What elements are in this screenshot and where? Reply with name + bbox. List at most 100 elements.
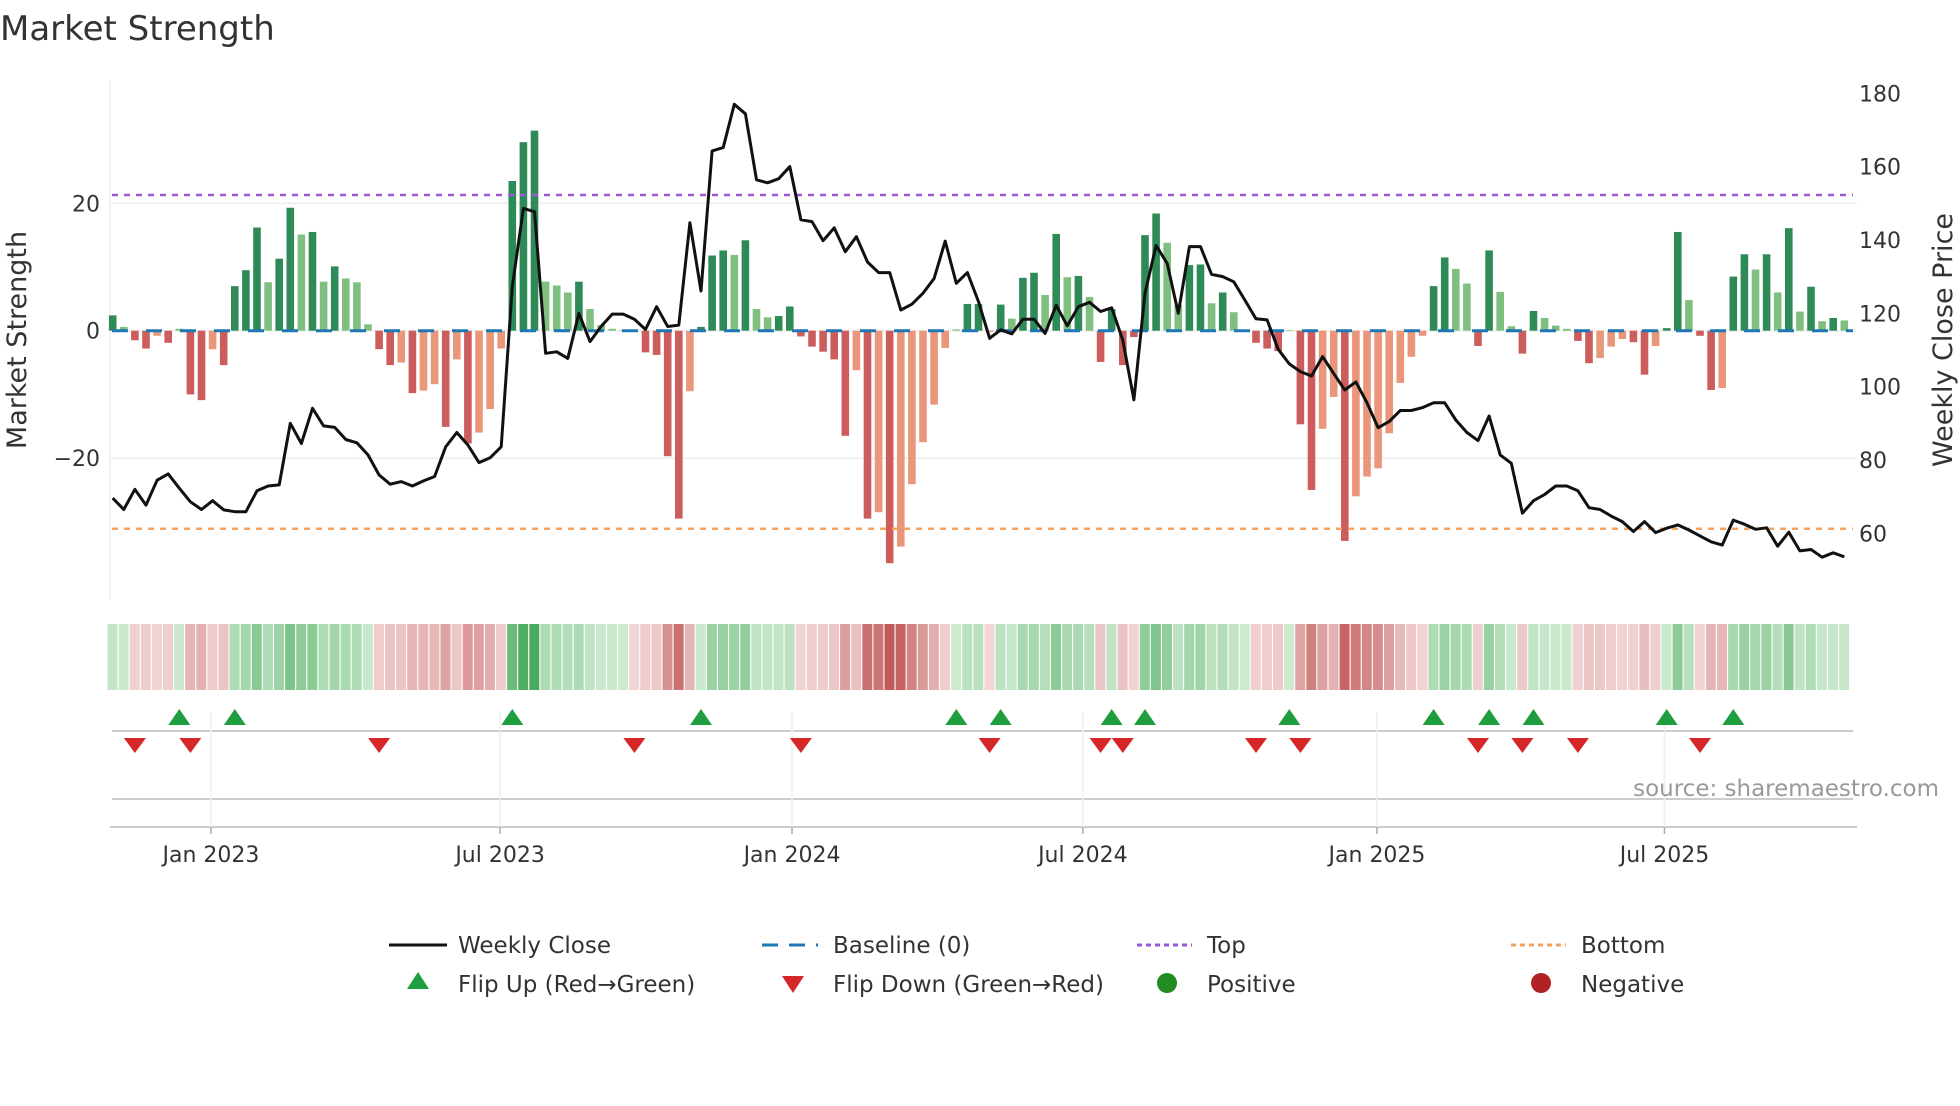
strength-bar <box>1751 269 1760 331</box>
strength-bar <box>1074 275 1083 331</box>
strength-bar <box>108 315 117 331</box>
legend-item-negative[interactable]: Negative <box>1531 972 1684 998</box>
strip-cell <box>362 624 373 690</box>
strength-bar <box>897 330 905 547</box>
strip-cell <box>951 624 962 690</box>
strip-cell <box>540 624 551 690</box>
strip-cell <box>1606 624 1616 690</box>
strength-bar <box>730 254 739 331</box>
legend-item-top[interactable]: Top <box>1137 933 1246 959</box>
flip-down-marker <box>1289 738 1312 753</box>
right-tick-label: 120 <box>1859 302 1901 327</box>
strip-cell <box>1495 624 1505 690</box>
strength-bar <box>763 317 772 331</box>
strength-bar <box>330 266 339 331</box>
strength-bar <box>1230 312 1238 331</box>
strip-cell <box>1084 624 1095 690</box>
strength-bar <box>1307 330 1316 490</box>
strength-bar <box>186 330 195 395</box>
strip-cell <box>329 624 340 690</box>
strip-cell <box>1184 624 1195 690</box>
flip-up-marker <box>1422 709 1445 725</box>
legend: Weekly Close Baseline (0) Top Bottom Fli… <box>389 933 1684 998</box>
legend-item-flip-up[interactable]: Flip Up (Red→Green) <box>407 972 695 998</box>
flip-up-marker <box>168 709 191 725</box>
strip-cell <box>1739 624 1750 690</box>
legend-item-baseline[interactable]: Baseline (0) <box>762 933 970 959</box>
strength-bar <box>253 227 261 331</box>
left-tick-label: 20 <box>72 192 100 217</box>
strip-cell <box>1550 624 1561 690</box>
legend-item-positive[interactable]: Positive <box>1157 972 1296 998</box>
strip-cell <box>1472 624 1483 690</box>
flip-up-marker <box>989 709 1012 725</box>
flip-up-marker <box>1655 709 1678 725</box>
strength-bar <box>552 285 561 331</box>
strip-cell <box>1461 624 1472 690</box>
strip-cell <box>773 624 784 690</box>
strength-bar <box>1196 264 1205 331</box>
strip-cell <box>873 624 884 690</box>
legend-item-bottom[interactable]: Bottom <box>1511 933 1665 959</box>
strength-bar <box>1829 317 1837 331</box>
strip-cell <box>607 624 617 690</box>
strip-cell <box>418 624 429 690</box>
strip-cell <box>1816 624 1827 690</box>
strip-cell <box>407 624 418 690</box>
strength-bar <box>1729 276 1738 331</box>
strip-cell <box>218 624 229 690</box>
strength-bar <box>1707 330 1715 390</box>
strip-cell <box>373 624 384 690</box>
strength-bar <box>231 286 239 331</box>
strip-cell <box>296 624 307 690</box>
strength-bar <box>1840 320 1849 331</box>
strength-bar <box>1285 330 1294 331</box>
strip-cell <box>429 624 440 690</box>
flip-down-marker <box>1467 738 1489 753</box>
strength-bar <box>1352 330 1360 497</box>
right-tick-label: 180 <box>1859 82 1901 107</box>
strip-cell <box>1273 624 1283 690</box>
strip-cell <box>1750 624 1761 690</box>
strip-cell <box>1039 624 1050 690</box>
strip-cell <box>584 624 595 690</box>
strength-bar <box>564 292 572 331</box>
right-axis-title: Weekly Close Price <box>1928 213 1959 467</box>
strength-bar <box>408 330 417 394</box>
strength-bar <box>1740 254 1749 331</box>
strip-cell <box>1417 624 1428 690</box>
x-tick-label: Jul 2025 <box>1618 843 1710 868</box>
strip-cell <box>451 624 462 690</box>
right-tick-label: 140 <box>1859 229 1901 254</box>
strength-bar <box>1052 233 1060 331</box>
strip-cell <box>1017 624 1028 690</box>
strength-bar <box>286 207 295 331</box>
flip-down-marker <box>1111 738 1134 753</box>
strip-cell <box>751 624 762 690</box>
strength-bar <box>497 330 505 349</box>
strength-bar <box>675 330 683 519</box>
x-tick-label: Jan 2025 <box>1327 843 1426 868</box>
strength-bar <box>275 258 283 331</box>
strength-bar <box>1374 330 1382 469</box>
strip-cell <box>1794 624 1805 690</box>
strength-bar <box>996 304 1005 331</box>
strip-cell <box>1650 624 1661 690</box>
strip-cell <box>1150 624 1161 690</box>
strip-cell <box>1006 624 1017 690</box>
strength-bar <box>819 330 827 352</box>
flip-up-marker <box>690 709 712 725</box>
legend-item-weekly-close[interactable]: Weekly Close <box>389 933 611 959</box>
strength-bar <box>1407 330 1416 357</box>
strength-bar <box>1096 330 1105 362</box>
strip-cell <box>1672 624 1683 690</box>
strength-bar <box>308 231 317 331</box>
strip-cell <box>1561 624 1572 690</box>
strip-cell <box>140 624 151 690</box>
legend-item-flip-down[interactable]: Flip Down (Green→Red) <box>782 972 1104 998</box>
strength-bar <box>1629 330 1638 343</box>
legend-label: Bottom <box>1581 933 1665 959</box>
strip-cell <box>351 624 362 690</box>
left-axis-title: Market Strength <box>2 231 33 449</box>
strength-bar <box>1585 330 1593 364</box>
